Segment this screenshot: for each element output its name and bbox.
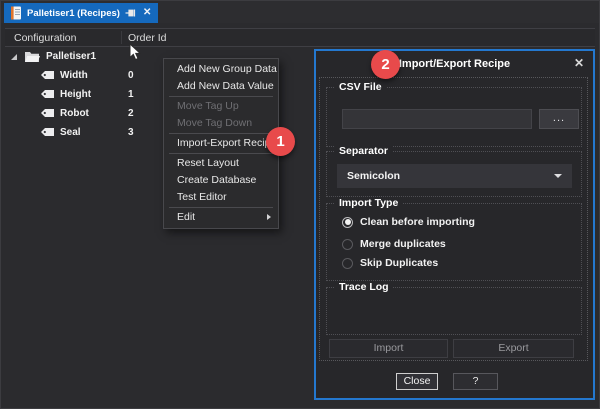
close-button[interactable]: Close bbox=[396, 373, 438, 390]
tag-icon bbox=[40, 108, 55, 118]
column-divider bbox=[121, 31, 122, 44]
submenu-arrow-icon bbox=[267, 214, 271, 220]
browse-button[interactable]: ... bbox=[539, 109, 579, 129]
radio-button[interactable] bbox=[342, 258, 353, 269]
column-header-configuration[interactable]: Configuration bbox=[14, 32, 76, 44]
folder-icon bbox=[24, 50, 40, 63]
order-id-value: 1 bbox=[128, 89, 134, 100]
menu-item-move-tag-down: Move Tag Down bbox=[164, 115, 278, 132]
radio-merge-duplicates[interactable]: Merge duplicates bbox=[342, 237, 446, 251]
menu-item-test-editor[interactable]: Test Editor bbox=[164, 189, 278, 206]
mouse-cursor-icon bbox=[129, 43, 141, 61]
context-menu: Add New Group Data Add New Data Value Mo… bbox=[163, 58, 279, 229]
tab-palletiser1-recipes[interactable]: Palletiser1 (Recipes) ✕ bbox=[4, 3, 158, 23]
menu-item-import-export-recipe[interactable]: Import-Export Recipe bbox=[164, 135, 278, 152]
csv-file-group: CSV File ... bbox=[326, 87, 582, 147]
menu-item-add-new-data-value[interactable]: Add New Data Value bbox=[164, 78, 278, 95]
menu-separator bbox=[169, 207, 273, 208]
annotation-badge-step-1: 1 bbox=[266, 127, 295, 156]
tree-item-label: Width bbox=[60, 70, 88, 81]
radio-clean-before-importing[interactable]: Clean before importing bbox=[342, 215, 475, 229]
dialog-title: Import/Export Recipe bbox=[316, 58, 593, 70]
tab-title: Palletiser1 (Recipes) bbox=[27, 8, 120, 19]
menu-separator bbox=[169, 153, 273, 154]
menu-item-reset-layout[interactable]: Reset Layout bbox=[164, 155, 278, 172]
separator-selected-value: Semicolon bbox=[347, 170, 554, 182]
application-window: Palletiser1 (Recipes) ✕ Configuration Or… bbox=[0, 0, 600, 409]
import-type-group: Import Type Clean before importing Merge… bbox=[326, 203, 582, 281]
tree-item-label: Seal bbox=[60, 127, 81, 138]
radio-button[interactable] bbox=[342, 239, 353, 250]
separator-group: Separator Semicolon bbox=[326, 151, 582, 197]
help-button[interactable]: ? bbox=[453, 373, 498, 390]
tag-icon bbox=[40, 89, 55, 99]
recipe-document-icon bbox=[10, 6, 22, 20]
export-button[interactable]: Export bbox=[453, 339, 574, 358]
menu-item-edit[interactable]: Edit bbox=[164, 209, 278, 226]
menu-separator bbox=[169, 96, 273, 97]
order-id-value: 2 bbox=[128, 108, 134, 119]
csv-file-group-label: CSV File bbox=[335, 81, 386, 93]
radio-skip-duplicates[interactable]: Skip Duplicates bbox=[342, 256, 438, 270]
annotation-badge-step-2: 2 bbox=[371, 50, 400, 79]
import-type-group-label: Import Type bbox=[335, 197, 402, 209]
csv-file-input[interactable] bbox=[342, 109, 532, 129]
radio-button-selected[interactable] bbox=[342, 217, 353, 228]
expander-icon[interactable] bbox=[10, 53, 18, 61]
tag-icon bbox=[40, 127, 55, 137]
pin-icon[interactable] bbox=[125, 7, 137, 19]
separator-combobox[interactable]: Semicolon bbox=[337, 164, 572, 188]
import-button[interactable]: Import bbox=[329, 339, 448, 358]
trace-log-group-label: Trace Log bbox=[335, 281, 393, 293]
menu-item-create-database[interactable]: Create Database bbox=[164, 172, 278, 189]
order-id-value: 3 bbox=[128, 127, 134, 138]
trace-log-group: Trace Log bbox=[326, 287, 582, 335]
tab-close-icon[interactable]: ✕ bbox=[142, 7, 152, 19]
import-export-recipe-dialog: Import/Export Recipe ✕ CSV File ... Sepa… bbox=[314, 49, 595, 400]
dialog-close-icon[interactable]: ✕ bbox=[574, 56, 584, 70]
separator-group-label: Separator bbox=[335, 145, 392, 157]
menu-item-move-tag-up: Move Tag Up bbox=[164, 98, 278, 115]
grid-header: Configuration Order Id bbox=[5, 28, 595, 47]
document-tab-bar: Palletiser1 (Recipes) ✕ bbox=[1, 1, 599, 23]
tree-item-label: Palletiser1 bbox=[46, 51, 96, 62]
tree-item-label: Height bbox=[60, 89, 91, 100]
chevron-down-icon bbox=[554, 174, 562, 178]
order-id-value: 0 bbox=[128, 70, 134, 81]
tree-item-label: Robot bbox=[60, 108, 89, 119]
menu-item-add-new-group-data[interactable]: Add New Group Data bbox=[164, 61, 278, 78]
menu-separator bbox=[169, 133, 273, 134]
tag-icon bbox=[40, 70, 55, 80]
